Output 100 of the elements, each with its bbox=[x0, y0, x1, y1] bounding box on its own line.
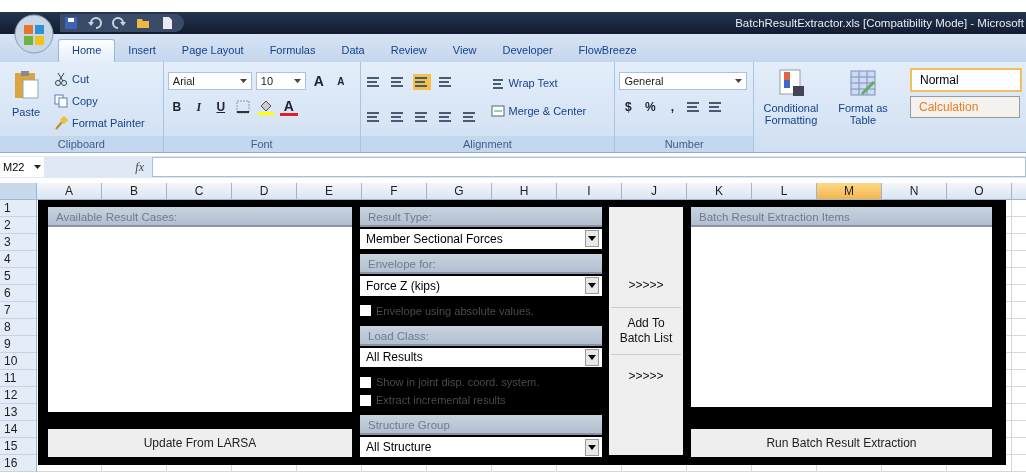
folder-icon[interactable] bbox=[136, 16, 150, 30]
column-header[interactable]: H bbox=[492, 183, 557, 199]
shrink-font-button[interactable]: A bbox=[331, 72, 350, 90]
ribbon-tab[interactable]: Insert bbox=[115, 40, 169, 62]
row-header[interactable]: 1 bbox=[0, 200, 36, 217]
format-painter-button[interactable]: Format Painter bbox=[54, 114, 147, 132]
row-header[interactable]: 3 bbox=[0, 234, 36, 251]
document-icon[interactable] bbox=[160, 16, 174, 30]
row-header[interactable]: 7 bbox=[0, 302, 36, 319]
row-header[interactable]: 5 bbox=[0, 268, 36, 285]
formula-input[interactable] bbox=[152, 157, 1026, 177]
font-size-field[interactable]: 10 bbox=[255, 72, 306, 90]
caret-icon bbox=[34, 165, 41, 169]
clipboard-icon bbox=[12, 70, 40, 100]
checkbox[interactable] bbox=[360, 376, 371, 388]
underline-button[interactable]: U bbox=[211, 98, 230, 116]
row-header[interactable]: 2 bbox=[0, 217, 36, 234]
caret-icon bbox=[293, 79, 301, 83]
italic-button[interactable]: I bbox=[189, 98, 208, 116]
add-to-batch-button[interactable]: >>>>> Add To Batch List >>>>> bbox=[609, 207, 683, 455]
wrap-text-button[interactable]: Wrap Text bbox=[490, 74, 589, 92]
percent-button[interactable]: % bbox=[641, 98, 660, 116]
checkbox[interactable] bbox=[360, 394, 371, 406]
row-header[interactable]: 10 bbox=[0, 353, 36, 370]
copy-button[interactable]: Copy bbox=[54, 92, 147, 110]
panel-header: Available Result Cases: bbox=[48, 207, 352, 227]
scissors-icon bbox=[54, 72, 68, 86]
column-header[interactable]: G bbox=[427, 183, 492, 199]
ribbon-tab[interactable]: Data bbox=[328, 40, 378, 62]
dropdown-field[interactable]: Force Z (kips) bbox=[360, 275, 602, 296]
group-label: Font bbox=[163, 136, 360, 152]
update-button[interactable]: Update From LARSA bbox=[48, 429, 352, 457]
currency-button[interactable]: $ bbox=[619, 98, 638, 116]
column-header[interactable]: N bbox=[882, 183, 947, 199]
ribbon-tab[interactable]: FlowBreeze bbox=[565, 40, 650, 62]
row-header[interactable]: 16 bbox=[0, 455, 36, 472]
row-header[interactable]: 6 bbox=[0, 285, 36, 302]
caret-icon bbox=[735, 79, 743, 83]
paint-bucket-icon bbox=[257, 99, 274, 115]
ribbon-tab[interactable]: Review bbox=[377, 40, 440, 62]
row-header[interactable]: 12 bbox=[0, 387, 36, 404]
row-header[interactable]: 9 bbox=[0, 336, 36, 353]
borders-button[interactable] bbox=[233, 98, 252, 116]
merge-button[interactable]: Merge & Center bbox=[490, 102, 589, 120]
brush-icon bbox=[54, 116, 68, 130]
window-title: BatchResultExtractor.xls [Compatibility Mode] - Microsoft bbox=[735, 17, 1025, 29]
caret-icon bbox=[588, 354, 596, 360]
column-header[interactable]: I bbox=[557, 183, 622, 199]
dropdown-field[interactable]: All Results bbox=[360, 347, 602, 368]
row-header[interactable]: 11 bbox=[0, 370, 36, 387]
checkbox-label: Show in joint disp. coord. system. bbox=[376, 376, 540, 389]
group-label: Number bbox=[615, 136, 753, 152]
ribbon-tab[interactable]: Page Layout bbox=[168, 40, 257, 62]
checkbox[interactable] bbox=[360, 305, 371, 317]
format-as-table-button[interactable]: Format as Table bbox=[830, 68, 896, 150]
conditional-formatting-icon bbox=[776, 68, 806, 98]
column-header[interactable]: E bbox=[297, 183, 362, 199]
checkbox-label: Envelope using absolute values. bbox=[376, 304, 534, 317]
conditional-formatting-button[interactable]: Conditional Formatting bbox=[758, 68, 824, 150]
column-header[interactable]: J bbox=[622, 183, 687, 199]
column-header[interactable]: K bbox=[687, 183, 752, 199]
scissors-button[interactable]: Cut bbox=[54, 70, 147, 88]
ribbon-tab[interactable]: Home bbox=[58, 39, 116, 62]
ribbon-tab[interactable]: Developer bbox=[489, 40, 566, 62]
row-header[interactable]: 14 bbox=[0, 421, 36, 438]
grow-font-button[interactable]: A bbox=[309, 72, 328, 90]
font-name-field[interactable]: Arial bbox=[167, 72, 252, 90]
column-header[interactable]: O bbox=[947, 183, 1012, 199]
column-header[interactable]: A bbox=[37, 183, 102, 199]
section-header: Envelope for: bbox=[360, 253, 602, 274]
section-header: Load Class: bbox=[360, 325, 602, 346]
font-color-button[interactable]: A bbox=[279, 98, 298, 116]
number-format-field[interactable]: General bbox=[619, 72, 748, 90]
comma-button[interactable]: , bbox=[663, 98, 682, 116]
dropdown-field[interactable]: All Structure bbox=[360, 437, 602, 457]
column-header[interactable]: D bbox=[232, 183, 297, 199]
undo-icon[interactable] bbox=[88, 16, 102, 30]
row-header[interactable]: 15 bbox=[0, 438, 36, 455]
cell-style[interactable]: Normal bbox=[910, 68, 1022, 92]
redo-icon[interactable] bbox=[112, 16, 126, 30]
checkbox-label: Extract incremental results bbox=[376, 394, 506, 407]
column-header[interactable]: M bbox=[817, 183, 882, 199]
name-box[interactable]: M22 bbox=[0, 157, 44, 177]
ribbon-tab[interactable]: View bbox=[439, 40, 490, 62]
bold-button[interactable]: B bbox=[167, 98, 186, 116]
paste-button[interactable]: Paste bbox=[4, 68, 48, 134]
column-header[interactable]: F bbox=[362, 183, 427, 199]
run-extraction-button[interactable]: Run Batch Result Extraction bbox=[691, 429, 992, 457]
fill-color-button[interactable] bbox=[255, 98, 276, 116]
column-header[interactable]: C bbox=[167, 183, 232, 199]
row-header[interactable]: 13 bbox=[0, 404, 36, 421]
caret-icon bbox=[588, 283, 596, 289]
group-label: Clipboard bbox=[0, 136, 163, 152]
column-header[interactable]: B bbox=[102, 183, 167, 199]
save-icon[interactable] bbox=[64, 16, 78, 30]
row-header[interactable]: 4 bbox=[0, 251, 36, 268]
dropdown-field[interactable]: Member Sectional Forces bbox=[360, 229, 602, 249]
insert-function-button[interactable]: fx bbox=[135, 159, 144, 175]
row-header[interactable]: 8 bbox=[0, 319, 36, 336]
ribbon-tab[interactable]: Formulas bbox=[256, 40, 329, 62]
